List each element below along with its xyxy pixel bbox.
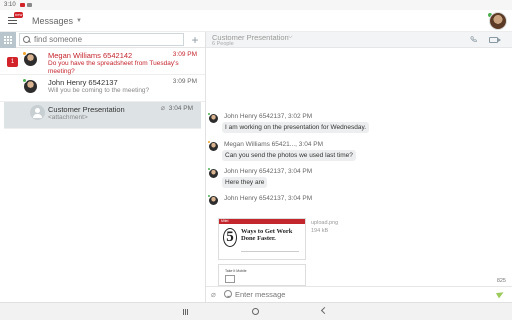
message-sender: John Henry 6542137, 3:04 PM — [224, 168, 313, 175]
menu-badge: new — [14, 11, 24, 18]
conversation-preview: Do you have the spreadsheet from Tuesday… — [48, 60, 179, 75]
conversation-subtitle: 6 People — [212, 41, 234, 47]
attachment-banner: Mitel — [219, 219, 305, 224]
menu-button[interactable]: new — [8, 11, 26, 28]
conversation-list-pane: + 1 Megan Williams 6542142 3:09 PM Do yo… — [0, 31, 206, 302]
presence-away-icon — [207, 140, 211, 144]
notification-icons — [19, 3, 32, 7]
status-bar: 3:10 — [0, 0, 512, 10]
phone-icon[interactable] — [470, 36, 477, 43]
message-input[interactable] — [235, 289, 475, 300]
image-attachment[interactable]: Take It Mobile — [218, 264, 306, 286]
conversation-preview: <attachment> — [48, 114, 88, 121]
presence-online-icon — [22, 78, 27, 83]
emoji-icon[interactable] — [224, 290, 232, 298]
dialpad-icon[interactable] — [0, 31, 16, 48]
conversation-pane: Customer Presentation ⌵ 6 People John He… — [206, 32, 512, 302]
chevron-down-icon[interactable]: ▼ — [76, 18, 82, 24]
message-bubble[interactable]: Can you send the photos we used last tim… — [222, 150, 356, 161]
system-nav-bar — [0, 302, 512, 320]
message-sender: Megan Williams 65421..., 3:04 PM — [224, 141, 323, 148]
status-time: 3:10 — [4, 2, 16, 8]
recents-icon[interactable] — [183, 309, 189, 315]
conversation-name: Customer Presentation — [48, 105, 125, 114]
message-list: John Henry 6542137, 3:02 PM I am working… — [206, 48, 512, 286]
message-bubble[interactable]: I am working on the presentation for Wed… — [222, 122, 370, 133]
attachment-icon: ⌀ — [160, 105, 165, 112]
conversation-time: 3:09 PM — [172, 78, 197, 85]
group-icon — [30, 105, 45, 120]
attachment-meta: upload.png 194 kB — [311, 219, 338, 235]
conversation-item[interactable]: John Henry 6542137 3:09 PM Will you be c… — [0, 75, 205, 102]
attachment-filename[interactable]: upload.png — [311, 219, 338, 227]
search-input[interactable] — [34, 35, 164, 44]
presence-online-icon — [207, 194, 211, 198]
app-bar: new Messages ▼ — [0, 10, 512, 32]
presence-online-icon — [207, 112, 211, 116]
phone-illustration — [225, 275, 235, 283]
video-icon[interactable] — [489, 37, 501, 43]
search-box[interactable] — [19, 33, 184, 46]
conversation-header: Customer Presentation ⌵ 6 People — [206, 32, 512, 48]
attachment-number: 5 — [223, 228, 237, 247]
message-composer: 825 ⌀ — [206, 278, 512, 302]
home-icon[interactable] — [252, 308, 259, 315]
attachment-size: 194 kB — [311, 228, 329, 234]
conversation-item-selected[interactable]: Customer Presentation ⌀ 3:04 PM <attachm… — [4, 102, 201, 129]
conversation-time: 3:04 PM — [168, 105, 193, 112]
search-bar: + — [0, 31, 205, 48]
conversation-name: Megan Williams 6542142 — [48, 51, 133, 60]
attachment-brand: Mitel — [221, 219, 229, 223]
new-conversation-button[interactable]: + — [188, 33, 202, 47]
conversation-item[interactable]: 1 Megan Williams 6542142 3:09 PM Do you … — [0, 48, 205, 75]
profile-avatar[interactable] — [489, 12, 507, 30]
paperclip-icon[interactable]: ⌀ — [211, 290, 216, 299]
mail-notification-icon — [26, 3, 32, 7]
message-sender: John Henry 6542137, 3:04 PM — [224, 195, 313, 202]
search-icon — [23, 35, 31, 44]
page-title[interactable]: Messages — [32, 16, 73, 26]
image-attachment[interactable]: Mitel 5 Ways to Get Work Done Faster. — [218, 218, 306, 260]
attachment-title: Take It Mobile — [225, 269, 247, 273]
back-icon[interactable] — [320, 306, 329, 315]
conversation-name: John Henry 6542137 — [48, 78, 118, 87]
send-icon[interactable] — [495, 289, 506, 299]
divider — [241, 251, 299, 252]
character-count: 825 — [496, 278, 506, 284]
message-sender: John Henry 6542137, 3:02 PM — [224, 113, 313, 120]
unread-count-badge: 1 — [7, 57, 18, 67]
message-bubble[interactable]: Here they are — [222, 177, 268, 188]
chevron-down-icon[interactable]: ⌵ — [288, 34, 293, 41]
app-notification-icon — [19, 3, 25, 7]
attachment-headline: Ways to Get Work Done Faster. — [241, 228, 293, 242]
conversation-preview: Will you be coming to the meeting? — [48, 87, 150, 94]
conversation-time: 3:09 PM — [172, 51, 197, 58]
presence-away-icon — [22, 51, 27, 56]
presence-online-icon — [207, 167, 211, 171]
